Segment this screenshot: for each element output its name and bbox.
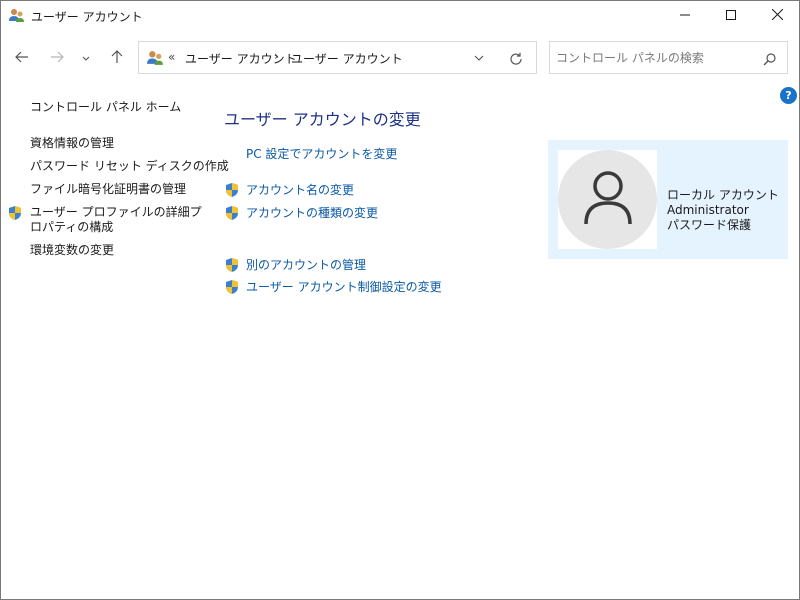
help-button[interactable]: ?	[780, 87, 797, 104]
avatar-frame	[558, 150, 657, 249]
account-card: ローカル アカウント Administrator パスワード保護	[548, 140, 788, 259]
uac-settings-link[interactable]: ユーザー アカウント制御設定の変更	[246, 280, 442, 295]
account-name-label: Administrator	[667, 203, 749, 217]
title-bar: ユーザー アカウント	[0, 0, 800, 31]
uac-shield-icon	[224, 279, 240, 295]
up-button[interactable]	[103, 44, 131, 72]
recent-locations-button[interactable]	[75, 44, 97, 72]
refresh-icon[interactable]	[507, 50, 525, 68]
control-panel-home-link[interactable]: コントロール パネル ホーム	[30, 100, 181, 115]
uac-shield-icon	[7, 205, 23, 221]
maximize-button[interactable]	[708, 0, 754, 31]
uac-shield-icon	[224, 257, 240, 273]
forward-button[interactable]	[43, 44, 71, 72]
magnifier-icon[interactable]	[760, 50, 778, 68]
avatar	[558, 150, 657, 249]
password-status-label: パスワード保護	[667, 218, 752, 232]
search-input[interactable]	[556, 48, 756, 68]
chevron-down-icon	[82, 51, 90, 65]
back-button[interactable]	[8, 44, 36, 72]
page-heading: ユーザー アカウントの変更	[224, 110, 421, 129]
close-button[interactable]	[754, 0, 800, 31]
breadcrumb-segment[interactable]: ユーザー アカウント	[185, 50, 297, 67]
address-dropdown-button[interactable]	[471, 51, 487, 65]
arrow-left-icon	[15, 51, 29, 66]
address-bar[interactable]: « ユーザー アカウント › ユーザー アカウント	[138, 41, 537, 74]
window-title: ユーザー アカウント	[31, 10, 143, 24]
close-icon	[771, 8, 783, 23]
search-box[interactable]	[549, 41, 788, 74]
users-icon	[146, 49, 164, 67]
address-overflow-button[interactable]: «	[168, 50, 175, 64]
account-type-label: ローカル アカウント	[667, 188, 779, 202]
uac-shield-icon	[224, 205, 240, 221]
minimize-button[interactable]	[662, 0, 708, 31]
arrow-up-icon	[111, 49, 123, 67]
users-icon	[8, 7, 25, 24]
uac-shield-icon	[224, 182, 240, 198]
file-encryption-cert-link[interactable]: ファイル暗号化証明書の管理	[30, 182, 186, 197]
maximize-icon	[726, 9, 736, 23]
password-reset-disk-link[interactable]: パスワード リセット ディスクの作成	[30, 159, 229, 174]
breadcrumb-separator[interactable]: ›	[274, 49, 279, 63]
manage-credentials-link[interactable]: 資格情報の管理	[30, 136, 114, 151]
change-account-name-link[interactable]: アカウント名の変更	[246, 183, 354, 198]
arrow-right-icon	[50, 51, 64, 66]
minimize-icon	[680, 9, 690, 23]
change-account-type-link[interactable]: アカウントの種類の変更	[246, 206, 378, 221]
window-border	[0, 0, 800, 600]
pc-settings-link[interactable]: PC 設定でアカウントを変更	[246, 147, 397, 162]
breadcrumb-segment[interactable]: ユーザー アカウント	[291, 50, 403, 67]
person-icon	[583, 170, 633, 229]
manage-another-account-link[interactable]: 別のアカウントの管理	[246, 258, 366, 273]
environment-variables-link[interactable]: 環境変数の変更	[30, 243, 114, 258]
advanced-profile-properties-link[interactable]: ユーザー プロファイルの詳細プロパティの構成	[30, 205, 205, 235]
